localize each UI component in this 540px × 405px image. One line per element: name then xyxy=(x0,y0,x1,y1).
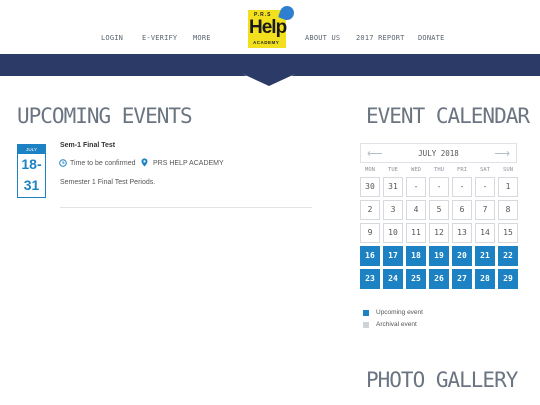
nav-donate[interactable]: DONATE xyxy=(418,34,445,42)
calendar-day[interactable]: 3 xyxy=(383,200,403,220)
weekday-label: WED xyxy=(411,167,421,173)
nav-2017-report[interactable]: 2017 REPORT xyxy=(356,34,405,42)
calendar-day[interactable]: - xyxy=(452,177,472,197)
calendar-day[interactable]: - xyxy=(429,177,449,197)
calendar-day-upcoming[interactable]: 25 xyxy=(406,269,426,289)
legend-upcoming-swatch xyxy=(363,310,369,316)
calendar-day[interactable]: 30 xyxy=(360,177,380,197)
site-logo[interactable]: P.R.S Help ACADEMY xyxy=(248,4,296,48)
legend-upcoming-label: Upcoming event xyxy=(376,309,423,316)
nav-everify[interactable]: E-VERIFY xyxy=(142,34,177,42)
legend-archival-label: Archival event xyxy=(376,321,417,328)
event-title[interactable]: Sem-1 Final Test xyxy=(60,142,115,149)
calendar-day-upcoming[interactable]: 27 xyxy=(452,269,472,289)
calendar-day-upcoming[interactable]: 22 xyxy=(498,246,518,266)
calendar-day[interactable]: 14 xyxy=(475,223,495,243)
photo-gallery-heading: PHOTO GALLERY xyxy=(366,368,518,392)
calendar-day[interactable]: 8 xyxy=(498,200,518,220)
event-description: Semester 1 Final Test Periods. xyxy=(60,179,156,186)
calendar-day-upcoming[interactable]: 19 xyxy=(429,246,449,266)
calendar-day[interactable]: 31 xyxy=(383,177,403,197)
calendar-day-upcoming[interactable]: 24 xyxy=(383,269,403,289)
calendar-day[interactable]: 10 xyxy=(383,223,403,243)
event-day-end: 31 xyxy=(23,177,40,193)
nav-login[interactable]: LOGIN xyxy=(101,34,123,42)
weekday-label: THU xyxy=(434,167,444,173)
band-notch xyxy=(243,56,295,88)
event-calendar-heading: EVENT CALENDAR xyxy=(366,104,530,128)
calendar-day[interactable]: 15 xyxy=(498,223,518,243)
calendar-day-upcoming[interactable]: 26 xyxy=(429,269,449,289)
logo-academy: ACADEMY xyxy=(253,40,280,45)
calendar-day[interactable]: 12 xyxy=(429,223,449,243)
top-header: LOGIN E-VERIFY MORE ABOUT US 2017 REPORT… xyxy=(0,0,540,56)
calendar-day[interactable]: 7 xyxy=(475,200,495,220)
calendar-day-upcoming[interactable]: 28 xyxy=(475,269,495,289)
weekday-label: FRI xyxy=(457,167,467,173)
calendar-day[interactable]: 4 xyxy=(406,200,426,220)
calendar-day-upcoming[interactable]: 20 xyxy=(452,246,472,266)
calendar-day-upcoming[interactable]: 29 xyxy=(498,269,518,289)
weekday-label: SAT xyxy=(480,167,490,173)
calendar-month-title: JULY 2018 xyxy=(418,149,459,158)
nav-about-us[interactable]: ABOUT US xyxy=(305,34,340,42)
calendar-day[interactable]: 11 xyxy=(406,223,426,243)
event-day-start: 18- xyxy=(21,156,42,172)
calendar-day[interactable]: 6 xyxy=(452,200,472,220)
event-month: JULY xyxy=(18,145,45,154)
calendar-day-upcoming[interactable]: 17 xyxy=(383,246,403,266)
calendar-day[interactable]: 5 xyxy=(429,200,449,220)
event-date-badge: JULY 18- 31 xyxy=(17,144,46,198)
calendar-day[interactable]: 2 xyxy=(360,200,380,220)
weekday-label: MON xyxy=(365,167,375,173)
weekday-label: SUN xyxy=(503,167,513,173)
calendar-day[interactable]: - xyxy=(406,177,426,197)
calendar-day[interactable]: 13 xyxy=(452,223,472,243)
event-divider xyxy=(60,207,312,208)
legend-archival-swatch xyxy=(363,322,369,328)
upcoming-events-heading: UPCOMING EVENTS xyxy=(17,104,193,128)
calendar-day[interactable]: 1 xyxy=(498,177,518,197)
calendar-header: ⟵ JULY 2018 ⟶ xyxy=(360,143,517,163)
calendar-day-upcoming[interactable]: 21 xyxy=(475,246,495,266)
calendar-day-upcoming[interactable]: 23 xyxy=(360,269,380,289)
clock-icon xyxy=(59,159,67,167)
arrow-right-icon[interactable]: ⟶ xyxy=(494,147,510,160)
logo-help: Help xyxy=(249,17,287,38)
event-location: PRS HELP ACADEMY xyxy=(153,160,224,167)
calendar-day[interactable]: 9 xyxy=(360,223,380,243)
weekday-label: TUE xyxy=(388,167,398,173)
calendar-day-upcoming[interactable]: 18 xyxy=(406,246,426,266)
nav-more[interactable]: MORE xyxy=(193,34,211,42)
map-pin-icon xyxy=(141,158,148,167)
event-time: Time to be confirmed xyxy=(70,160,136,167)
calendar-day-upcoming[interactable]: 16 xyxy=(360,246,380,266)
calendar-day[interactable]: - xyxy=(475,177,495,197)
